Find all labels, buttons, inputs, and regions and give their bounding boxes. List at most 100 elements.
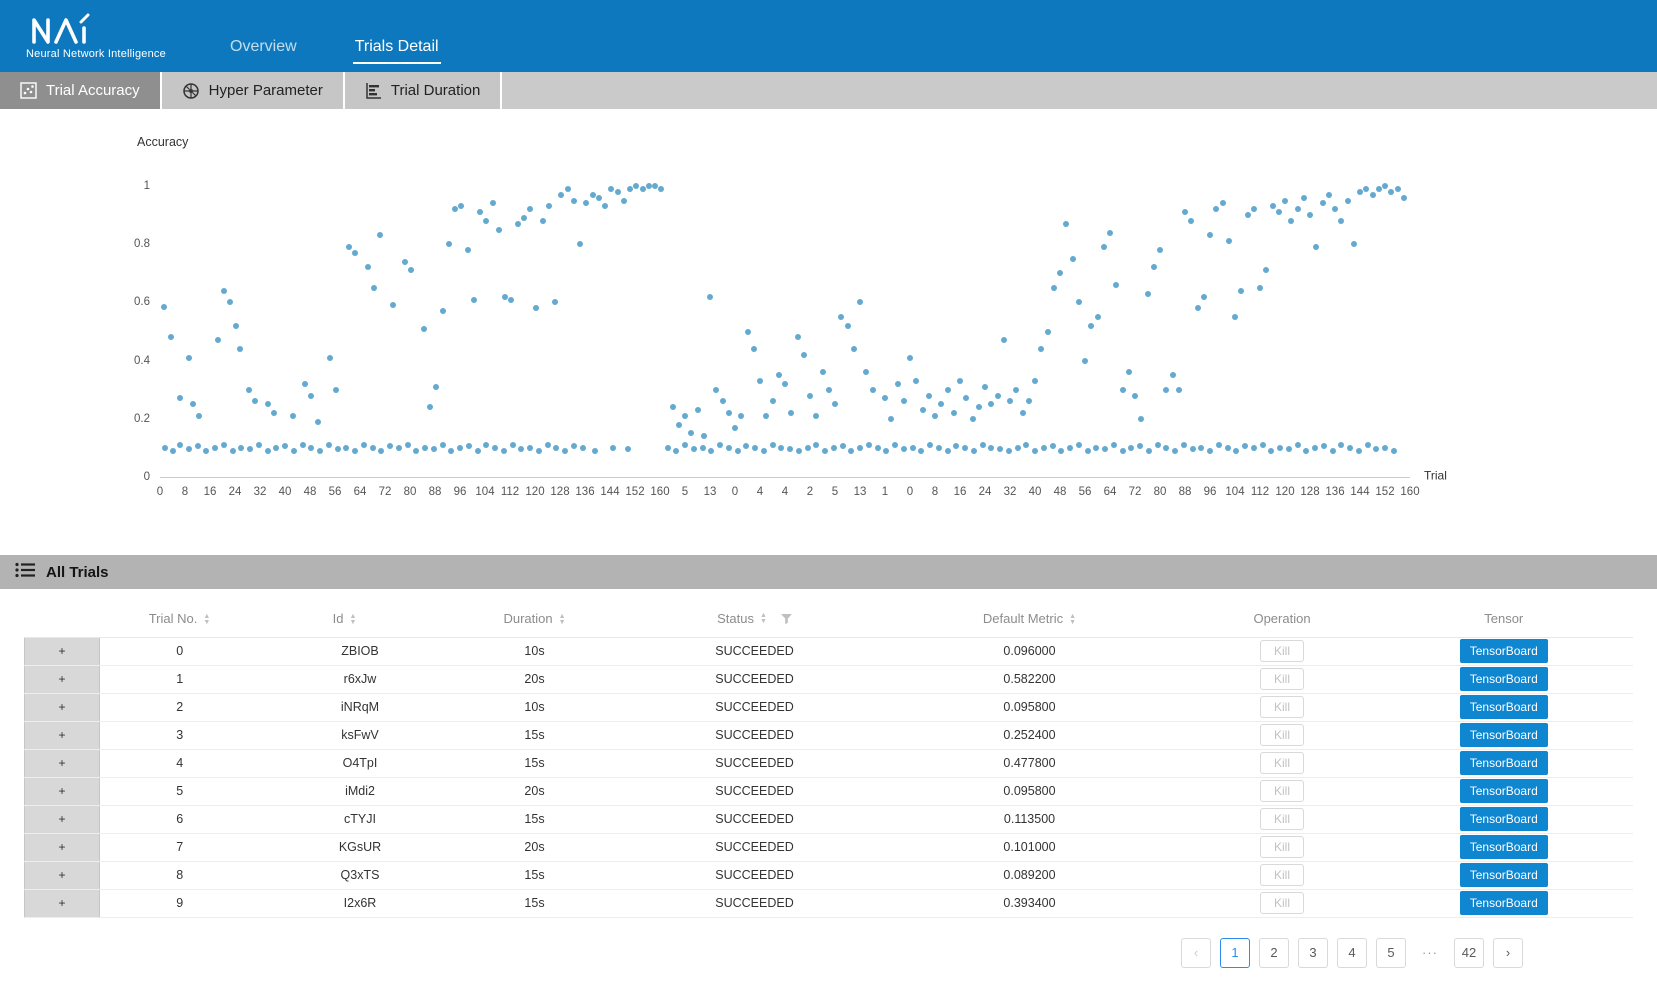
pagination-page-1[interactable]: 1 bbox=[1220, 938, 1250, 968]
tensorboard-button[interactable]: TensorBoard bbox=[1460, 639, 1548, 663]
scatter-point bbox=[1301, 195, 1307, 201]
scatter-point bbox=[951, 410, 957, 416]
row-expander[interactable]: + bbox=[25, 693, 100, 721]
col-trial-no[interactable]: Trial No.▲▼ bbox=[100, 601, 260, 637]
nav-item-trials-detail[interactable]: Trials Detail bbox=[353, 32, 441, 64]
pagination-page-3[interactable]: 3 bbox=[1298, 938, 1328, 968]
scatter-point bbox=[371, 285, 377, 291]
kill-button[interactable]: Kill bbox=[1260, 864, 1304, 886]
tensorboard-button[interactable]: TensorBoard bbox=[1460, 863, 1548, 887]
tab-trial-duration[interactable]: Trial Duration bbox=[345, 72, 502, 109]
row-expander[interactable]: + bbox=[25, 833, 100, 861]
sort-icon[interactable]: ▲▼ bbox=[559, 614, 566, 626]
scatter-point bbox=[290, 413, 296, 419]
kill-button[interactable]: Kill bbox=[1260, 780, 1304, 802]
scatter-point bbox=[1101, 244, 1107, 250]
scatter-point bbox=[1225, 445, 1231, 451]
col-default-metric[interactable]: Default Metric▲▼ bbox=[870, 601, 1190, 637]
col-duration[interactable]: Duration▲▼ bbox=[430, 601, 640, 637]
x-axis-tick-label: 64 bbox=[354, 486, 367, 498]
nav-item-overview[interactable]: Overview bbox=[228, 32, 299, 64]
scatter-point bbox=[707, 294, 713, 300]
row-expander[interactable]: + bbox=[25, 889, 100, 917]
sort-icon[interactable]: ▲▼ bbox=[1069, 614, 1076, 626]
row-expander[interactable]: + bbox=[25, 777, 100, 805]
kill-button[interactable]: Kill bbox=[1260, 836, 1304, 858]
tensorboard-button[interactable]: TensorBoard bbox=[1460, 751, 1548, 775]
scatter-point bbox=[1365, 442, 1371, 448]
cell-tensor: TensorBoard bbox=[1375, 861, 1634, 889]
scatter-point bbox=[170, 448, 176, 454]
scatter-point bbox=[221, 288, 227, 294]
scatter-point bbox=[1095, 314, 1101, 320]
filter-icon[interactable] bbox=[781, 612, 792, 627]
kill-button[interactable]: Kill bbox=[1260, 892, 1304, 914]
scatter-point bbox=[901, 446, 907, 452]
x-axis-tick-label: 4 bbox=[757, 486, 763, 498]
x-axis-tick-label: 104 bbox=[1225, 486, 1244, 498]
row-expander[interactable]: + bbox=[25, 749, 100, 777]
scatter-point bbox=[763, 413, 769, 419]
tensorboard-button[interactable]: TensorBoard bbox=[1460, 891, 1548, 915]
pagination-page-42[interactable]: 42 bbox=[1454, 938, 1484, 968]
row-expander[interactable]: + bbox=[25, 805, 100, 833]
scatter-point bbox=[971, 448, 977, 454]
row-expander[interactable]: + bbox=[25, 721, 100, 749]
col-tensor: Tensor bbox=[1375, 601, 1634, 637]
tensorboard-button[interactable]: TensorBoard bbox=[1460, 779, 1548, 803]
col-id[interactable]: Id▲▼ bbox=[260, 601, 430, 637]
tensorboard-button[interactable]: TensorBoard bbox=[1460, 723, 1548, 747]
tensorboard-button[interactable]: TensorBoard bbox=[1460, 807, 1548, 831]
scatter-point bbox=[343, 445, 349, 451]
scatter-point bbox=[995, 393, 1001, 399]
row-expander[interactable]: + bbox=[25, 637, 100, 665]
sort-icon[interactable]: ▲▼ bbox=[349, 614, 356, 626]
scatter-point bbox=[370, 445, 376, 451]
kill-button[interactable]: Kill bbox=[1260, 640, 1304, 662]
sort-icon[interactable]: ▲▼ bbox=[760, 613, 767, 625]
kill-button[interactable]: Kill bbox=[1260, 752, 1304, 774]
pagination-prev[interactable]: ‹ bbox=[1181, 938, 1211, 968]
tab-trial-accuracy[interactable]: Trial Accuracy bbox=[0, 72, 162, 109]
kill-button[interactable]: Kill bbox=[1260, 724, 1304, 746]
cell-duration: 15s bbox=[430, 889, 640, 917]
cell-operation: Kill bbox=[1190, 693, 1375, 721]
scatter-point bbox=[1190, 446, 1196, 452]
tab-hyper-parameter[interactable]: Hyper Parameter bbox=[162, 72, 345, 109]
cell-trial-no: 3 bbox=[100, 721, 260, 749]
tensorboard-button[interactable]: TensorBoard bbox=[1460, 835, 1548, 859]
pagination-page-2[interactable]: 2 bbox=[1259, 938, 1289, 968]
scatter-point bbox=[162, 445, 168, 451]
x-axis-tick-label: 16 bbox=[954, 486, 967, 498]
row-expander[interactable]: + bbox=[25, 665, 100, 693]
pagination-next[interactable]: › bbox=[1493, 938, 1523, 968]
scatter-point bbox=[577, 241, 583, 247]
tensorboard-button[interactable]: TensorBoard bbox=[1460, 667, 1548, 691]
scatter-point bbox=[1006, 448, 1012, 454]
x-axis-tick-label: 40 bbox=[1029, 486, 1042, 498]
kill-button[interactable]: Kill bbox=[1260, 808, 1304, 830]
scatter-point bbox=[571, 198, 577, 204]
scatter-point bbox=[831, 445, 837, 451]
scatter-point bbox=[883, 448, 889, 454]
sort-icon[interactable]: ▲▼ bbox=[203, 614, 210, 626]
x-axis-tick-label: 16 bbox=[204, 486, 217, 498]
kill-button[interactable]: Kill bbox=[1260, 668, 1304, 690]
tensorboard-button[interactable]: TensorBoard bbox=[1460, 695, 1548, 719]
pagination-page-4[interactable]: 4 bbox=[1337, 938, 1367, 968]
scatter-point bbox=[726, 410, 732, 416]
scatter-point bbox=[1176, 387, 1182, 393]
pagination-page-5[interactable]: 5 bbox=[1376, 938, 1406, 968]
section-title: All Trials bbox=[46, 564, 109, 581]
scatter-point bbox=[1286, 446, 1292, 452]
x-axis-tick-label: 0 bbox=[907, 486, 913, 498]
scatter-point bbox=[458, 203, 464, 209]
scatter-plot-area[interactable]: Trial 00.20.40.60.8108162432404856647280… bbox=[160, 186, 1410, 478]
col-status[interactable]: Status▲▼ bbox=[640, 601, 870, 637]
cell-default-metric: 0.096000 bbox=[870, 637, 1190, 665]
scatter-point bbox=[421, 326, 427, 332]
cell-id: ksFwV bbox=[260, 721, 430, 749]
row-expander[interactable]: + bbox=[25, 861, 100, 889]
kill-button[interactable]: Kill bbox=[1260, 696, 1304, 718]
scatter-point bbox=[446, 241, 452, 247]
